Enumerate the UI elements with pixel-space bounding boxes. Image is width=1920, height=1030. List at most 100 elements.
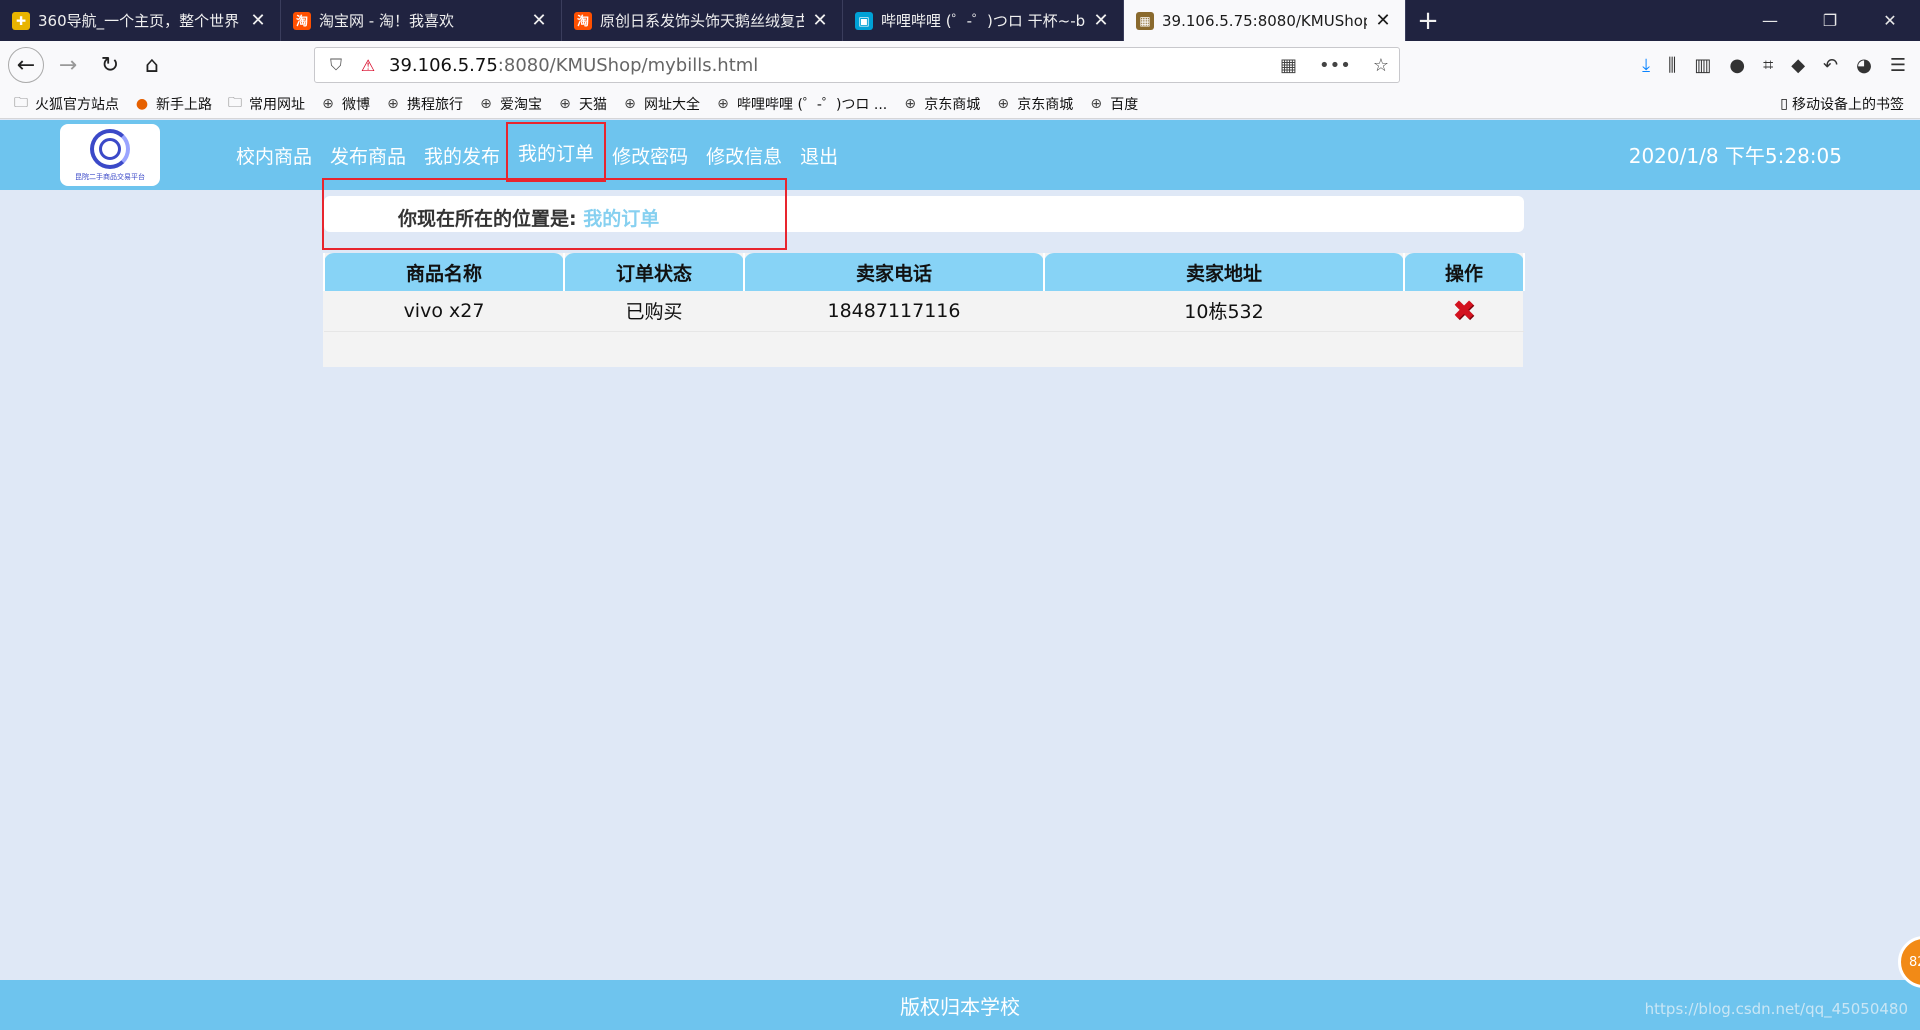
bookmark-item[interactable]: ⊕ 微博	[319, 94, 370, 114]
folder-icon: 🗀	[14, 94, 28, 111]
new-tab-plus-icon[interactable]: +	[1406, 0, 1450, 41]
delete-x-icon[interactable]: ✖	[1452, 296, 1475, 325]
tab-close-icon[interactable]: ✕	[1373, 10, 1393, 31]
firefox-icon: ●	[135, 95, 149, 112]
footer-copyright: 版权归本学校	[900, 994, 1020, 1019]
download-icon[interactable]: ⤓	[1642, 55, 1650, 76]
library-icon[interactable]: ⫼	[1668, 55, 1676, 76]
menu-my-orders[interactable]: 我的订单	[506, 122, 607, 182]
col-header-order-status: 订单状态	[563, 253, 745, 291]
undo-arrow-icon[interactable]: ↶	[1823, 55, 1838, 76]
table-row: vivo x27 已购买 18487117116 10栋532 ✖	[324, 291, 1524, 332]
menu-logout[interactable]: 退出	[800, 142, 838, 169]
tab-title: 哔哩哔哩 (゜-゜)つロ 干杯~-bi	[881, 12, 1085, 30]
url-path: :8080/KMUShop/mybills.html	[497, 54, 759, 76]
tab-bilibili-favicon-icon: ▣	[855, 11, 873, 30]
breadcrumb-prefix: 你现在所在的位置是:	[398, 208, 584, 230]
menu-my-posts[interactable]: 我的发布	[424, 142, 500, 169]
window-controls: — ❐ ✕	[1740, 0, 1920, 41]
restore-icon[interactable]: ❐	[1800, 0, 1860, 41]
window-close-icon[interactable]: ✕	[1860, 0, 1920, 41]
account-icon[interactable]: ●	[1729, 55, 1745, 76]
bookmark-item[interactable]: ⊕ 携程旅行	[384, 94, 463, 114]
globe-icon: ⊕	[717, 95, 729, 112]
browser-tab-3[interactable]: 淘 原创日系发饰头饰天鹅丝绒复古 ✕	[562, 0, 843, 41]
address-bar-actions: ▦ ••• ☆	[1280, 55, 1389, 76]
browser-tab-1[interactable]: ✚ 360导航_一个主页，整个世界 ✕	[0, 0, 281, 41]
menu-change-password[interactable]: 修改密码	[612, 142, 688, 169]
globe-icon: ⊕	[1090, 95, 1103, 112]
tab-close-icon[interactable]: ✕	[248, 10, 268, 31]
site-header: 昆院二手商品交易平台 校内商品 发布商品 我的发布 我的订单 修改密码 修改信息…	[0, 120, 1920, 190]
bookmark-item[interactable]: ⊕ 天猫	[556, 94, 607, 114]
tab-taobao-favicon-icon: 淘	[293, 11, 311, 30]
col-header-product-name: 商品名称	[323, 253, 565, 291]
reload-icon[interactable]: ↻	[92, 47, 128, 83]
cell-order-status: 已购买	[564, 291, 744, 332]
browser-nav-toolbar: ← → ↻ ⌂ ⛉ ⚠ 39.106.5.75 :8080/KMUShop/my…	[0, 41, 1920, 89]
minimize-icon[interactable]: —	[1740, 0, 1800, 41]
bookmark-item[interactable]: ⊕ 京东商城	[901, 94, 980, 114]
tab-title: 360导航_一个主页，整个世界	[38, 12, 240, 30]
forward-arrow-icon[interactable]: →	[50, 47, 86, 83]
bookmarks-toolbar: 🗀 火狐官方站点 ● 新手上路 🗀 常用网址 ⊕ 微博 ⊕ 携程旅行 ⊕ 爱淘宝 ⊕ 天猫 ⊕…	[0, 89, 1920, 119]
bookmark-star-icon[interactable]: ☆	[1373, 55, 1389, 76]
tab-close-icon[interactable]: ✕	[810, 10, 830, 31]
bookmark-item[interactable]: ⊕ 百度	[1087, 94, 1138, 114]
screenshot-crop-icon[interactable]: ⌗	[1763, 55, 1773, 76]
browser-tab-2[interactable]: 淘 淘宝网 - 淘！我喜欢 ✕	[281, 0, 562, 41]
bookmark-item[interactable]: ⊕ 网址大全	[621, 94, 700, 114]
home-icon[interactable]: ⌂	[134, 47, 170, 83]
menu-campus-goods[interactable]: 校内商品	[236, 142, 312, 169]
site-footer: 版权归本学校	[0, 980, 1920, 1030]
insecure-lock-icon[interactable]: ⚠	[357, 56, 379, 75]
logo-caption: 昆院二手商品交易平台	[75, 172, 145, 181]
col-header-actions: 操作	[1403, 253, 1525, 291]
globe-icon: ⊕	[480, 95, 492, 112]
extension-icon[interactable]: ◕	[1856, 55, 1872, 76]
menu-hamburger-icon[interactable]: ☰	[1890, 55, 1906, 76]
globe-icon: ⊕	[387, 95, 399, 112]
browser-tools: ⤓ ⫼ ▥ ● ⌗ ◆ ↶ ◕ ☰	[1642, 41, 1906, 89]
browser-tab-bar: ✚ 360导航_一个主页，整个世界 ✕ 淘 淘宝网 - 淘！我喜欢 ✕ 淘 原创…	[0, 0, 1920, 41]
more-dots-icon[interactable]: •••	[1319, 55, 1351, 76]
menu-edit-profile[interactable]: 修改信息	[706, 142, 782, 169]
cell-seller-phone: 18487117116	[744, 291, 1044, 332]
browser-tab-4[interactable]: ▣ 哔哩哔哩 (゜-゜)つロ 干杯~-bi ✕	[843, 0, 1124, 41]
bookmark-item[interactable]: ⊕ 京东商城	[994, 94, 1073, 114]
globe-icon: ⊕	[904, 95, 917, 112]
bookmark-item[interactable]: ⊕ 爱淘宝	[477, 94, 542, 114]
cell-product-name: vivo x27	[324, 291, 564, 332]
mobile-bookmarks[interactable]: ▯ 移动设备上的书签	[1780, 89, 1904, 119]
watermark: https://blog.csdn.net/qq_45050480	[1644, 1000, 1908, 1018]
globe-icon: ⊕	[559, 95, 571, 112]
site-logo[interactable]: 昆院二手商品交易平台	[60, 124, 160, 186]
browser-tab-active[interactable]: ▦ 39.106.5.75:8080/KMUShop/ ✕	[1124, 0, 1406, 41]
tab-title: 淘宝网 - 淘！我喜欢	[319, 12, 454, 30]
sidebar-icon[interactable]: ▥	[1694, 55, 1711, 76]
bookmark-item[interactable]: 🗀 常用网址	[226, 94, 305, 114]
bookmark-item[interactable]: 🗀 火狐官方站点	[12, 94, 119, 114]
chat-bubble-icon[interactable]: ◆	[1791, 55, 1805, 76]
orders-table: 商品名称 订单状态 卖家电话 卖家地址 操作 vivo x27 已购买 1848…	[323, 253, 1525, 332]
menu-publish-goods[interactable]: 发布商品	[330, 142, 406, 169]
folder-icon: 🗀	[228, 94, 242, 111]
table-header-row: 商品名称 订单状态 卖家电话 卖家地址 操作	[323, 253, 1525, 291]
tab-title: 原创日系发饰头饰天鹅丝绒复古	[600, 12, 804, 30]
qr-code-icon[interactable]: ▦	[1280, 55, 1297, 76]
col-header-seller-address: 卖家地址	[1043, 253, 1405, 291]
tab-close-icon[interactable]: ✕	[529, 10, 549, 31]
back-arrow-icon[interactable]: ←	[8, 47, 44, 83]
cell-seller-address: 10栋532	[1044, 291, 1404, 332]
bookmark-item[interactable]: ● 新手上路	[133, 94, 212, 114]
address-bar[interactable]: ⛉ ⚠ 39.106.5.75 :8080/KMUShop/mybills.ht…	[314, 47, 1400, 83]
col-header-seller-phone: 卖家电话	[743, 253, 1045, 291]
bookmark-item[interactable]: ⊕ 哔哩哔哩 (゜-゜)つロ ...	[714, 94, 887, 114]
globe-icon: ⊕	[322, 95, 334, 112]
breadcrumb: 你现在所在的位置是: 我的订单	[398, 204, 659, 231]
tab-taobao-favicon-icon: 淘	[574, 11, 592, 30]
tab-close-icon[interactable]: ✕	[1091, 10, 1111, 31]
url-host: 39.106.5.75	[389, 54, 498, 76]
shield-icon[interactable]: ⛉	[325, 55, 347, 75]
orders-table-panel: 商品名称 订单状态 卖家电话 卖家地址 操作 vivo x27 已购买 1848…	[323, 253, 1525, 367]
